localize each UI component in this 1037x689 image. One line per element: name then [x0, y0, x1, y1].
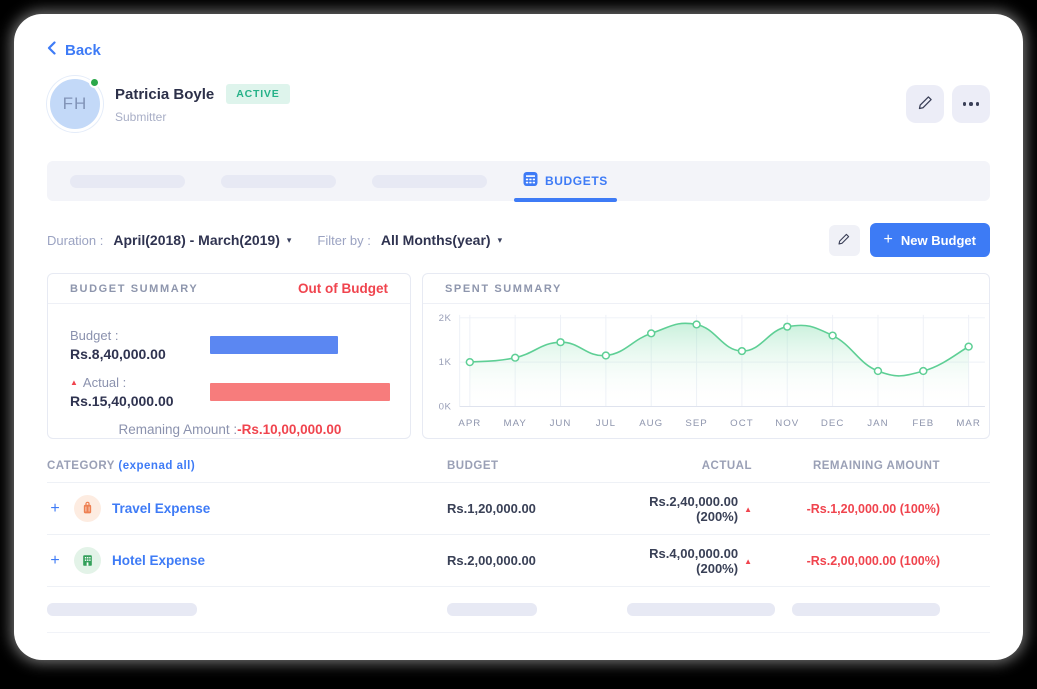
tab-budgets-label: BUDGETS — [545, 174, 608, 188]
pencil-icon — [917, 94, 934, 114]
svg-text:0K: 0K — [439, 402, 452, 413]
budget-summary-card: BUDGET SUMMARY Out of Budget Budget : Rs… — [47, 273, 411, 439]
expand-all-link[interactable]: (expenad all) — [118, 460, 195, 472]
increase-indicator-icon: ▲ — [744, 505, 752, 514]
category-header: CATEGORY — [47, 460, 115, 472]
spent-summary-card: SPENT SUMMARY 0K 1K 2K APR MAY JUN JUL AUG SEP OC… — [422, 273, 990, 439]
more-options-button[interactable] — [952, 85, 990, 123]
chart-area — [470, 323, 969, 406]
budget-header: BUDGET — [447, 460, 627, 472]
pencil-icon — [837, 232, 851, 249]
svg-text:2K: 2K — [439, 313, 452, 324]
filter-by-label: Filter by : — [317, 233, 370, 248]
skeleton-pill — [792, 603, 940, 616]
skeleton-pill — [47, 603, 197, 616]
svg-text:AUG: AUG — [639, 418, 663, 429]
remaining-amount-value: -Rs.10,00,000.00 — [237, 422, 341, 437]
svg-text:OCT: OCT — [730, 418, 753, 429]
skeleton-pill — [447, 603, 537, 616]
increase-indicator-icon: ▲ — [744, 557, 752, 566]
expand-row-button[interactable]: + — [47, 552, 63, 570]
chart-y-labels: 0K 1K 2K — [439, 313, 452, 412]
svg-text:JAN: JAN — [867, 418, 888, 429]
budget-table-header: CATEGORY (expenad all) BUDGET ACTUAL REM… — [47, 449, 990, 483]
chevron-down-icon: ▾ — [287, 235, 292, 246]
profile-name: Patricia Boyle — [115, 86, 214, 103]
svg-text:JUL: JUL — [596, 418, 616, 429]
filter-by-value: All Months(year) — [381, 232, 491, 248]
profile-header: FH Patricia Boyle ACTIVE Submitter — [47, 76, 990, 132]
category-link[interactable]: Hotel Expense — [112, 553, 205, 568]
out-of-budget-flag: Out of Budget — [298, 281, 388, 296]
svg-text:APR: APR — [458, 418, 481, 429]
filter-by-dropdown[interactable]: All Months(year) ▾ — [381, 232, 502, 248]
category-link[interactable]: Travel Expense — [112, 501, 210, 516]
duration-label: Duration : — [47, 233, 103, 248]
spent-summary-title: SPENT SUMMARY — [445, 283, 562, 295]
tab-budgets[interactable]: BUDGETS — [514, 161, 617, 201]
plus-icon: + — [884, 231, 893, 249]
budgets-calculator-icon — [523, 171, 538, 192]
svg-text:DEC: DEC — [821, 418, 844, 429]
chevron-down-icon: ▾ — [498, 235, 503, 246]
status-badge: ACTIVE — [226, 84, 289, 104]
hotel-icon — [74, 547, 101, 574]
actual-bar — [210, 383, 390, 401]
app-window: Back FH Patricia Boyle ACTIVE Submitter — [14, 14, 1023, 660]
budget-bar — [210, 336, 338, 354]
avatar: FH — [47, 76, 103, 132]
edit-budget-button[interactable] — [829, 225, 860, 256]
tab-skeleton — [372, 175, 487, 188]
remaining-cell: -Rs.1,20,000.00 (100%) — [792, 502, 990, 516]
svg-text:JUN: JUN — [550, 418, 572, 429]
budget-label: Budget : — [70, 328, 118, 343]
actual-cell: Rs.4,00,000.00 (200%) — [627, 546, 738, 576]
actual-label: Actual : — [83, 375, 126, 390]
duration-value: April(2018) - March(2019) — [113, 232, 280, 248]
remaining-cell: -Rs.2,00,000.00 (100%) — [792, 554, 990, 568]
svg-text:SEP: SEP — [685, 418, 707, 429]
budget-summary-title: BUDGET SUMMARY — [70, 283, 198, 295]
chart-x-labels: APR MAY JUN JUL AUG SEP OCT NOV DEC JAN FEB MAR — [458, 418, 981, 429]
new-budget-button[interactable]: + New Budget — [870, 223, 990, 257]
svg-text:MAY: MAY — [504, 418, 527, 429]
back-label: Back — [65, 42, 101, 59]
svg-text:MAR: MAR — [956, 418, 981, 429]
actual-amount: Rs.15,40,000.00 — [70, 393, 210, 409]
svg-text:FEB: FEB — [912, 418, 934, 429]
expand-row-button[interactable]: + — [47, 500, 63, 518]
svg-text:NOV: NOV — [775, 418, 799, 429]
tab-bar: BUDGETS — [47, 161, 990, 201]
edit-profile-button[interactable] — [906, 85, 944, 123]
table-row: + Travel Expense Rs.1,20,000.00 Rs.2,40,… — [47, 483, 990, 535]
svg-text:1K: 1K — [439, 357, 452, 368]
skeleton-pill — [627, 603, 775, 616]
ellipsis-icon — [963, 102, 980, 106]
budget-cell: Rs.2,00,000.00 — [447, 553, 627, 568]
duration-dropdown[interactable]: April(2018) - March(2019) ▾ — [113, 232, 291, 248]
chevron-left-icon — [47, 41, 56, 59]
luggage-icon — [74, 495, 101, 522]
budget-amount: Rs.8,40,000.00 — [70, 346, 210, 362]
skeleton-row — [47, 587, 990, 633]
filters-toolbar: Duration : April(2018) - March(2019) ▾ F… — [47, 223, 990, 257]
tab-skeleton — [70, 175, 185, 188]
back-link[interactable]: Back — [47, 41, 101, 59]
remaining-header: REMAINING AMOUNT — [792, 460, 990, 472]
table-row: + Hotel Expense Rs.2,00,000.00 Rs.4,00,0… — [47, 535, 990, 587]
actual-header: ACTUAL — [627, 460, 792, 472]
spent-summary-chart: 0K 1K 2K APR MAY JUN JUL AUG SEP OCT NOV DEC JAN FEB M… — [423, 306, 989, 436]
remaining-amount-label: Remaning Amount : — [119, 422, 238, 437]
profile-role: Submitter — [115, 110, 290, 124]
increase-indicator-icon: ▲ — [70, 378, 78, 387]
actual-cell: Rs.2,40,000.00 (200%) — [627, 494, 738, 524]
budget-cell: Rs.1,20,000.00 — [447, 501, 627, 516]
tab-skeleton — [221, 175, 336, 188]
online-status-dot — [89, 77, 100, 88]
new-budget-label: New Budget — [901, 233, 976, 248]
